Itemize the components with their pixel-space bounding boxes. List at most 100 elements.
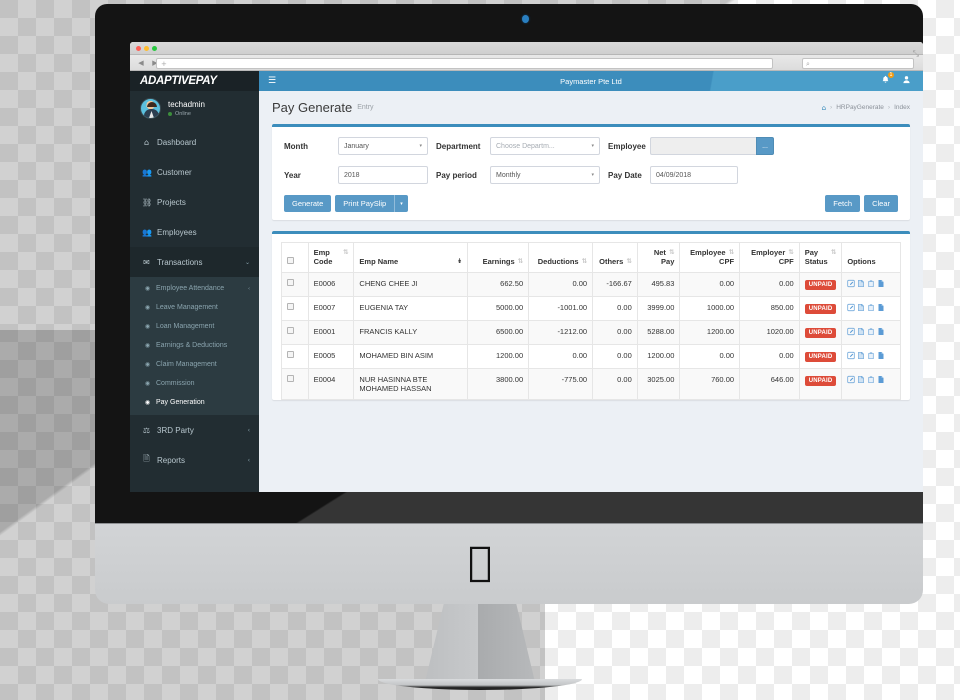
column-header-emp-name[interactable]: ↡ Emp Name: [353, 242, 469, 273]
cell-others: 0.00: [592, 296, 638, 321]
column-header-label: Earnings: [482, 257, 515, 266]
home-icon[interactable]: ⌂: [822, 104, 826, 112]
sort-icon: ⇅: [668, 248, 675, 256]
sidebar-subitem-leave-management[interactable]: ◉ Leave Management: [130, 298, 259, 317]
browser-titlebar: [130, 42, 923, 55]
browser-search-input[interactable]: ⌕: [802, 57, 914, 69]
address-bar[interactable]: +: [156, 57, 773, 69]
cell-employer-cpf: 0.00: [739, 344, 800, 369]
table-row: E0007 EUGENIA TAY 5000.00 -1001.00 0.00 3999.…: [281, 296, 901, 321]
filter-panel: Month January ▾ Department Choose Depart…: [272, 124, 910, 220]
delete-icon[interactable]: [867, 351, 875, 360]
user-account-icon[interactable]: [902, 75, 911, 87]
document-icon[interactable]: [857, 303, 865, 312]
cell-employee-cpf: 1200.00: [679, 320, 741, 345]
sidebar-subitem-earnings-deductions[interactable]: ◉ Earnings & Deductions: [130, 336, 259, 355]
payperiod-label: Pay period: [436, 170, 477, 180]
column-header-deductions[interactable]: ⇅ Deductions: [528, 242, 594, 273]
sort-icon: ⇅: [517, 257, 524, 265]
print-payslip-button[interactable]: Print PaySlip: [335, 195, 395, 212]
payslip-icon[interactable]: [877, 279, 885, 288]
employee-input[interactable]: [650, 137, 756, 155]
browser-toolbar: ◀ ▶ + ⌕ ⤡: [130, 49, 923, 71]
edit-icon[interactable]: [847, 303, 855, 312]
circle-dot-icon: ◉: [144, 399, 151, 406]
sidebar-subitem-commission[interactable]: ◉ Commission: [130, 374, 259, 393]
cell-earnings: 662.50: [467, 272, 530, 297]
month-select[interactable]: January ▾: [338, 137, 428, 155]
column-header-emp-code[interactable]: ⇅ Emp Code: [307, 242, 355, 273]
paydate-input[interactable]: 04/09/2018: [650, 166, 738, 184]
clear-button[interactable]: Clear: [864, 195, 898, 212]
column-header-employer-cpf[interactable]: ⇅ Employer CPF: [739, 242, 800, 273]
sidebar-item-3rd-party[interactable]: ⚖ 3RD Party ‹: [130, 415, 259, 445]
document-icon[interactable]: [857, 351, 865, 360]
print-payslip-dropdown-icon[interactable]: ▾: [394, 195, 408, 212]
sidebar-filler: [130, 475, 259, 492]
delete-icon[interactable]: [867, 375, 875, 384]
row-checkbox[interactable]: [287, 279, 294, 286]
breadcrumb-item-index[interactable]: Index: [894, 104, 910, 111]
payslip-icon[interactable]: [877, 351, 885, 360]
breadcrumb-item-hrpaygenerate[interactable]: HRPayGenerate: [836, 104, 884, 111]
sidebar-item-employees[interactable]: 👥 Employees: [130, 217, 259, 247]
document-icon[interactable]: [857, 279, 865, 288]
payslip-icon[interactable]: [877, 303, 885, 312]
employee-picker-button[interactable]: ...: [756, 137, 774, 155]
delete-icon[interactable]: [867, 327, 875, 336]
document-icon[interactable]: [857, 375, 865, 384]
payslip-icon[interactable]: [877, 327, 885, 336]
edit-icon[interactable]: [847, 279, 855, 288]
edit-icon[interactable]: [847, 327, 855, 336]
cell-emp-code: E0006: [307, 272, 355, 297]
sidebar-subitem-employee-attendance[interactable]: ◉ Employee Attendance ‹: [130, 279, 259, 298]
department-select[interactable]: Choose Departm... ▾: [490, 137, 600, 155]
row-checkbox[interactable]: [287, 327, 294, 334]
user-panel[interactable]: techadmin Online: [130, 91, 259, 127]
sidebar-subitem-label: Employee Attendance: [156, 285, 225, 292]
row-select-cell: [281, 368, 309, 400]
payslip-icon[interactable]: [877, 375, 885, 384]
delete-icon[interactable]: [867, 303, 875, 312]
row-checkbox[interactable]: [287, 303, 294, 310]
avatar-hair: [146, 102, 157, 107]
sidebar-subitem-pay-generation[interactable]: ◉ Pay Generation: [130, 393, 259, 412]
column-header-pay-status[interactable]: ⇅ Pay Status: [798, 242, 843, 273]
row-checkbox[interactable]: [287, 351, 294, 358]
generate-button[interactable]: Generate: [284, 195, 332, 212]
webcam-icon: [522, 15, 529, 23]
select-all-checkbox[interactable]: [287, 257, 294, 264]
edit-icon[interactable]: [847, 351, 855, 360]
sidebar-subitem-label: Earnings & Deductions: [156, 342, 228, 349]
sidebar-item-customer[interactable]: 👥 Customer: [130, 157, 259, 187]
delete-icon[interactable]: [867, 279, 875, 288]
sidebar-subitem-loan-management[interactable]: ◉ Loan Management: [130, 317, 259, 336]
sidebar-subitem-claim-management[interactable]: ◉ Claim Management: [130, 355, 259, 374]
expand-icon[interactable]: ⤡: [913, 49, 919, 59]
payperiod-value: Monthly: [496, 171, 521, 179]
close-icon[interactable]: [136, 46, 141, 51]
edit-icon[interactable]: [847, 375, 855, 384]
cell-emp-name: FRANCIS KALLY: [353, 320, 469, 345]
bell-icon[interactable]: 1: [881, 72, 894, 87]
column-header-net-pay[interactable]: ⇅ Net Pay: [636, 242, 681, 273]
column-header-employee-cpf[interactable]: ⇅ Employee CPF: [679, 242, 741, 273]
sidebar-item-projects[interactable]: ⛓ Projects: [130, 187, 259, 217]
sidebar-item-reports[interactable]: 🗎 Reports ‹: [130, 445, 259, 475]
sidebar-item-dashboard[interactable]: ⌂ Dashboard: [130, 127, 259, 157]
back-icon[interactable]: ◀: [135, 58, 147, 68]
cell-net-pay: 1200.00: [636, 344, 681, 369]
brand-logo[interactable]: ADAPTIVEPAY: [130, 71, 259, 91]
maximize-icon[interactable]: [152, 46, 157, 51]
fetch-button[interactable]: Fetch: [825, 195, 861, 212]
column-header-earnings[interactable]: ⇅ Earnings: [467, 242, 530, 273]
row-checkbox[interactable]: [287, 375, 294, 382]
sidebar-item-transactions[interactable]: ✉ Transactions ⌄: [130, 247, 259, 277]
document-icon[interactable]: [857, 327, 865, 336]
year-input[interactable]: 2018: [338, 166, 428, 184]
paygenerate-table-panel: ⇅ Emp Code ↡ Emp Name ⇅ Earnings ⇅ Deductions ⇅ O…: [272, 231, 910, 400]
new-tab-icon[interactable]: +: [161, 60, 167, 68]
minimize-icon[interactable]: [144, 46, 149, 51]
payperiod-select[interactable]: Monthly ▾: [490, 166, 600, 184]
column-header-others[interactable]: ⇅ Others: [592, 242, 638, 273]
